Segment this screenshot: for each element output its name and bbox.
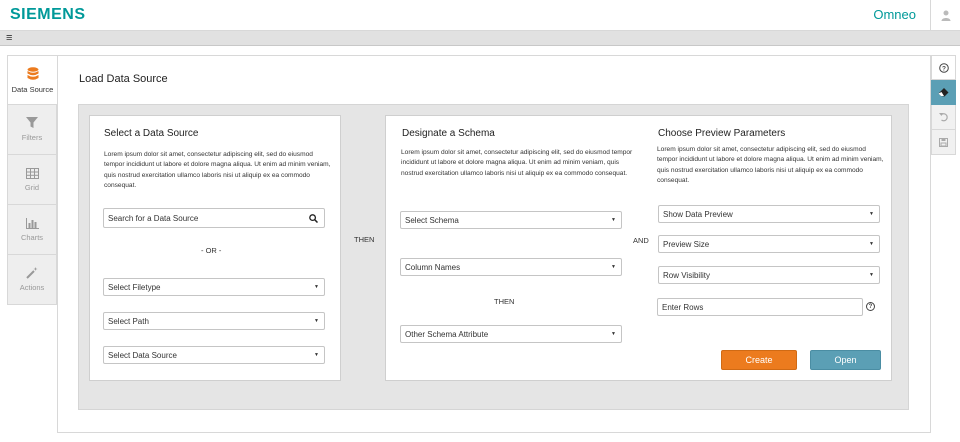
nav-tab-label: Data Source: [11, 84, 54, 94]
menu-bar: ≡: [0, 31, 960, 46]
hamburger-icon[interactable]: ≡: [6, 32, 12, 44]
chevron-down-icon: ▼: [869, 211, 874, 217]
chevron-down-icon: ▼: [611, 331, 616, 337]
undo-icon: [938, 113, 948, 122]
filetype-select-value: Select Filetype: [108, 282, 161, 292]
search-icon: [309, 214, 318, 223]
undo-button[interactable]: [931, 105, 956, 130]
chevron-down-icon: ▼: [869, 272, 874, 278]
schema-attribute-select-value: Other Schema Attribute: [405, 329, 489, 339]
data-preview-select-value: Show Data Preview: [663, 209, 733, 219]
nav-tab-data-source[interactable]: Data Source: [7, 55, 57, 105]
row-visibility-select[interactable]: Row Visibility ▼: [658, 266, 880, 284]
data-source-select[interactable]: Select Data Source ▼: [103, 346, 325, 364]
path-select-value: Select Path: [108, 316, 149, 326]
user-icon: [941, 10, 950, 21]
bar-chart-icon: [25, 217, 39, 229]
preview-description: Lorem ipsum dolor sit amet, consectetur …: [657, 146, 884, 185]
schema-heading: Designate a Schema: [402, 128, 495, 139]
and-connector: AND: [633, 236, 649, 245]
grid-icon: [25, 167, 39, 179]
nav-tab-actions[interactable]: Actions: [7, 255, 57, 305]
data-preview-select[interactable]: Show Data Preview ▼: [658, 205, 880, 223]
eraser-icon: [938, 87, 949, 96]
left-nav: Data Source Filters Grid Charts Actions: [7, 55, 57, 305]
save-button[interactable]: [931, 130, 956, 155]
search-input-placeholder: Search for a Data Source: [108, 213, 199, 223]
filetype-select[interactable]: Select Filetype ▼: [103, 278, 325, 296]
nav-tab-label: Charts: [20, 232, 44, 242]
path-select[interactable]: Select Path ▼: [103, 312, 325, 330]
svg-text:?: ?: [942, 65, 946, 72]
save-icon: [939, 137, 948, 147]
data-source-search-input[interactable]: Search for a Data Source: [103, 208, 325, 228]
open-button[interactable]: Open: [810, 350, 881, 370]
page-title: Load Data Source: [79, 73, 168, 85]
database-icon: [27, 66, 38, 80]
column-names-select-value: Column Names: [405, 262, 461, 272]
or-divider: - OR -: [201, 246, 222, 255]
chevron-down-icon: ▼: [611, 217, 616, 223]
app-name[interactable]: Omneo: [873, 7, 916, 22]
nav-tab-filters[interactable]: Filters: [7, 105, 57, 155]
funnel-icon: [26, 117, 38, 128]
nav-tab-label: Grid: [24, 182, 40, 192]
enter-rows-input[interactable]: Enter Rows: [657, 298, 863, 316]
nav-tab-charts[interactable]: Charts: [7, 205, 57, 255]
create-button[interactable]: Create: [721, 350, 797, 370]
schema-select[interactable]: Select Schema ▼: [400, 211, 622, 229]
help-icon[interactable]: ?: [866, 302, 875, 311]
data-source-description: Lorem ipsum dolor sit amet, consectetur …: [104, 151, 331, 190]
brand-logo: SIEMENS: [10, 6, 86, 23]
schema-description: Lorem ipsum dolor sit amet, consectetur …: [401, 149, 633, 177]
row-visibility-select-value: Row Visibility: [663, 270, 710, 280]
then-connector-schema: THEN: [494, 297, 515, 306]
preview-size-select[interactable]: Preview Size ▼: [658, 235, 880, 253]
help-button[interactable]: ?: [931, 55, 956, 80]
enter-rows-placeholder: Enter Rows: [662, 302, 704, 312]
nav-tab-label: Actions: [19, 283, 45, 292]
schema-select-value: Select Schema: [405, 215, 459, 225]
data-source-heading: Select a Data Source: [104, 128, 199, 139]
right-toolbar: ?: [931, 55, 956, 155]
chevron-down-icon: ▼: [611, 264, 616, 270]
chevron-down-icon: ▼: [314, 318, 319, 324]
then-connector: THEN: [354, 235, 375, 244]
preview-size-select-value: Preview Size: [663, 239, 710, 249]
preview-heading: Choose Preview Parameters: [658, 128, 786, 139]
column-names-select[interactable]: Column Names ▼: [400, 258, 622, 276]
data-source-select-value: Select Data Source: [108, 350, 177, 360]
top-bar: SIEMENS Omneo: [0, 0, 960, 31]
chevron-down-icon: ▼: [314, 352, 319, 358]
eraser-button[interactable]: [931, 80, 956, 105]
schema-attribute-select[interactable]: Other Schema Attribute ▼: [400, 325, 622, 343]
chevron-down-icon: ▼: [314, 284, 319, 290]
magic-wand-icon: [26, 267, 38, 279]
help-icon: ?: [938, 62, 949, 73]
chevron-down-icon: ▼: [869, 241, 874, 247]
user-menu-button[interactable]: [930, 0, 960, 31]
nav-tab-grid[interactable]: Grid: [7, 155, 57, 205]
nav-tab-label: Filters: [21, 133, 43, 142]
